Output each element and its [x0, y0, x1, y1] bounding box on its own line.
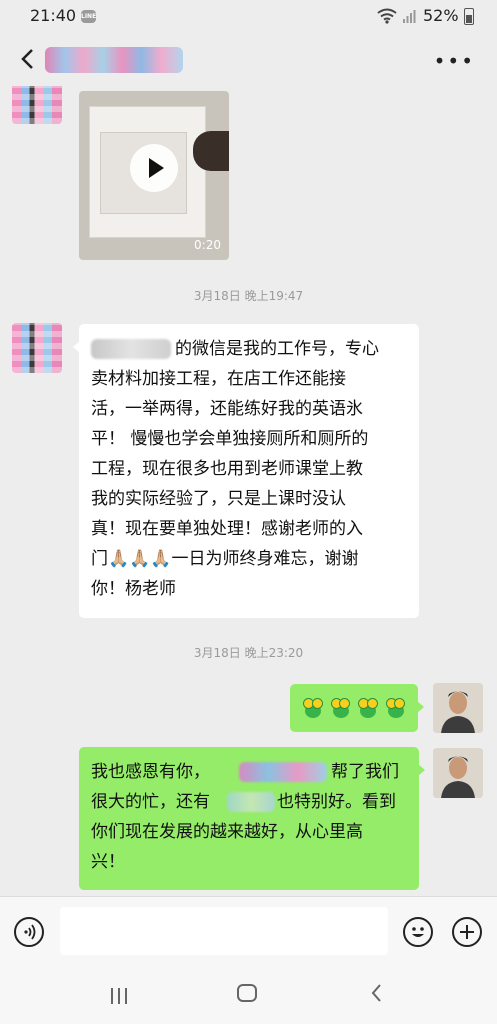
my-avatar[interactable] [433, 683, 483, 733]
redacted-name [91, 339, 171, 359]
signal-icon [403, 10, 416, 23]
outgoing-text-message[interactable]: 我也感恩有你， 帮了我们 很大的忙，还有 也特别好。看到 你们现在发展的越来越好… [79, 747, 425, 890]
contact-avatar[interactable] [12, 323, 62, 373]
input-bar [0, 896, 497, 967]
line-app-icon: LINE [81, 10, 96, 23]
recent-apps-icon[interactable] [108, 986, 130, 1006]
incoming-text-message[interactable]: 的微信是我的工作号，专心 卖材料加接工程，在店工作还能接 活，一举两得，还能练好… [73, 324, 419, 618]
chat-title-redacted [45, 47, 183, 73]
frog-emoji-icon [302, 696, 324, 720]
frog-emoji-icon [385, 696, 407, 720]
home-icon[interactable] [237, 984, 257, 1002]
battery-level-fill [466, 15, 472, 23]
frog-emoji-icon [330, 696, 352, 720]
redacted-name [227, 792, 275, 812]
person-photo-icon [433, 683, 483, 733]
video-message[interactable]: 0:20 [79, 91, 229, 260]
plus-icon[interactable] [452, 917, 482, 947]
message-timestamp: 3月18日 晚上23:20 [193, 646, 304, 660]
chat-message-list[interactable]: 0:20 3月18日 晚上19:47 的微信是我的工作号，专心 卖材料加接工程，… [0, 86, 497, 896]
wifi-icon [377, 8, 397, 24]
my-avatar[interactable] [433, 748, 483, 798]
voice-icon[interactable] [14, 917, 44, 947]
frog-emoji-row [302, 692, 406, 720]
chevron-left-icon[interactable] [14, 44, 44, 74]
status-time: 21:40 [30, 6, 77, 25]
play-icon[interactable] [130, 144, 178, 192]
status-bar: 21:40 LINE 52% [0, 0, 497, 34]
ellipsis-icon[interactable]: ••• [434, 51, 475, 71]
emoji-icon[interactable] [403, 917, 433, 947]
outgoing-sticker-message[interactable] [290, 684, 424, 732]
person-photo-icon [433, 748, 483, 798]
system-navigation-bar [0, 966, 497, 1024]
back-icon[interactable] [368, 982, 386, 1004]
message-timestamp: 3月18日 晚上19:47 [193, 289, 304, 303]
battery-icon [464, 8, 474, 25]
chat-header: ••• [0, 34, 497, 86]
message-input[interactable] [60, 907, 388, 955]
frog-emoji-icon [357, 696, 379, 720]
video-duration: 0:20 [194, 238, 221, 252]
contact-avatar[interactable] [12, 86, 62, 124]
redacted-name [239, 762, 327, 782]
battery-percent: 52% [423, 6, 459, 25]
